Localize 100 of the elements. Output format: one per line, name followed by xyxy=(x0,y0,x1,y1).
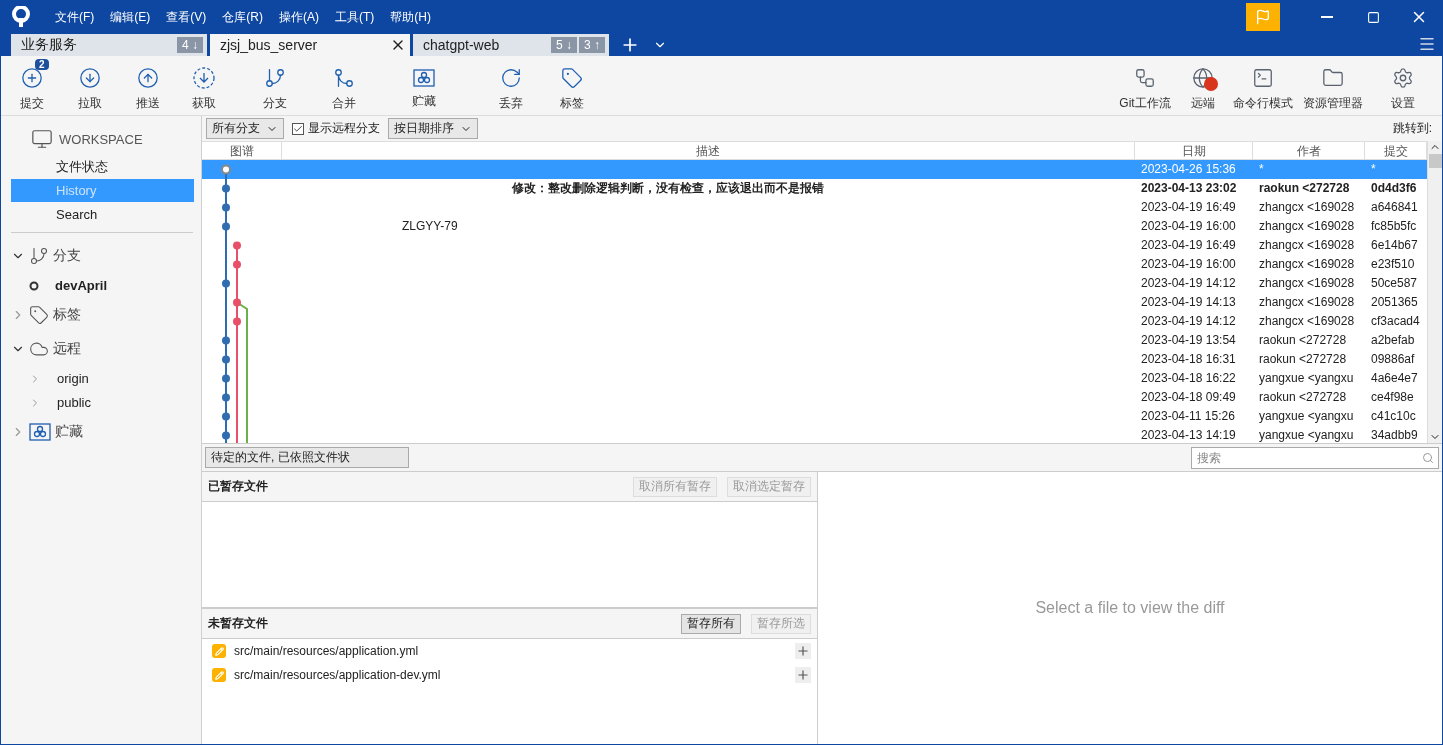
toolbar-button[interactable]: 标签 xyxy=(545,59,599,112)
sidebar-item[interactable]: origin xyxy=(29,367,194,390)
search-field[interactable]: 搜索 xyxy=(1191,446,1439,469)
stash-icon xyxy=(413,69,435,87)
hash-cell-text: c41c10c xyxy=(1371,408,1416,425)
toolbar-label: 推送 xyxy=(136,95,160,112)
column-header[interactable]: 日期 xyxy=(1135,142,1253,159)
toolbar-button[interactable]: 资源管理器 xyxy=(1298,59,1368,112)
globe-icon xyxy=(1192,67,1214,89)
branch-icon xyxy=(264,67,286,89)
file-path[interactable]: src/main/resources/application-dev.yml xyxy=(234,668,787,682)
count-badge: 3 ↑ xyxy=(579,37,605,53)
toolbar-label: 远端 xyxy=(1191,95,1215,112)
commit-graph-drawing xyxy=(221,331,250,350)
toolbar-label: 贮藏 xyxy=(412,93,436,110)
section-title[interactable]: 远程 xyxy=(53,340,81,358)
menu-item[interactable]: 操作(A) xyxy=(271,8,327,26)
toolbar-button[interactable]: 分支 xyxy=(233,59,317,112)
menu-item[interactable]: 帮助(H) xyxy=(382,8,439,26)
file-sort-dropdown[interactable]: 待定的文件, 已依照文件状 xyxy=(205,447,409,468)
menu-item[interactable]: 文件(F) xyxy=(47,8,103,26)
section-title[interactable]: 标签 xyxy=(53,306,81,324)
modified-file-icon xyxy=(212,668,226,682)
check-icon xyxy=(293,123,303,134)
toolbar-label: 设置 xyxy=(1391,95,1415,112)
sidebar-item[interactable]: Search xyxy=(11,203,194,226)
tab-label: 业务服务 xyxy=(21,36,78,54)
toolbar-button[interactable]: 拉取 xyxy=(59,59,121,112)
author-cell-text: raokun <272728 xyxy=(1259,351,1347,368)
toolbar-button[interactable]: 命令行模式 xyxy=(1228,59,1298,112)
commit-graph-drawing xyxy=(221,350,250,369)
author-cell-text: zhangcx <169028 xyxy=(1259,218,1355,235)
hash-cell-text: e23f510 xyxy=(1371,256,1415,273)
alert-icon xyxy=(1204,77,1218,91)
menu-icon[interactable] xyxy=(1418,35,1436,53)
toolbar-button[interactable]: 设置 xyxy=(1368,59,1438,112)
date-cell-text: 2023-04-19 14:12 xyxy=(1141,275,1236,292)
menu-item[interactable]: 工具(T) xyxy=(327,8,383,26)
section-title[interactable]: 贮藏 xyxy=(55,423,83,441)
branch-dropdown[interactable]: 所有分支 xyxy=(206,118,284,139)
count-badge: 4 ↓ xyxy=(177,37,203,53)
toolbar-button[interactable]: 合并 xyxy=(317,59,371,112)
jump-label: 跳转到: xyxy=(1392,120,1433,137)
repo-tab[interactable]: chatgpt-web 5 ↓ 3 ↑ xyxy=(413,34,609,56)
date-cell-text: 2023-04-26 15:36 xyxy=(1141,161,1236,178)
column-header[interactable]: 作者 xyxy=(1253,142,1365,159)
scrollbar-thumb[interactable] xyxy=(1428,154,1442,168)
menu-item[interactable]: 编辑(E) xyxy=(102,8,159,26)
upload-icon xyxy=(137,67,159,89)
hash-cell-text: 34adbb9 xyxy=(1371,427,1418,443)
sort-dropdown[interactable]: 按日期排序 xyxy=(388,118,478,139)
sidebar-item[interactable]: 文件状态 xyxy=(11,155,194,178)
toolbar-label: 命令行模式 xyxy=(1233,95,1293,112)
remote-branches-checkbox[interactable]: 显示远程分支 xyxy=(292,120,380,137)
file-path[interactable]: src/main/resources/application.yml xyxy=(234,644,787,658)
toolbar-button[interactable]: 获取 xyxy=(175,59,233,112)
tab-label: chatgpt-web xyxy=(423,37,501,53)
toolbar-button[interactable]: 远端 xyxy=(1178,59,1228,112)
commit-message: 修改：整改删除逻辑判断，没有检查，应该退出而不是报错 xyxy=(512,180,824,197)
stage-button[interactable]: 暂存所有 xyxy=(681,613,741,634)
author-cell-text: zhangcx <169028 xyxy=(1259,256,1355,273)
toolbar-button[interactable]: Git工作流 xyxy=(1112,59,1178,112)
date-cell-text: 2023-04-19 16:00 xyxy=(1141,256,1236,273)
date-cell-text: 2023-04-19 13:54 xyxy=(1141,332,1236,349)
menu-item[interactable]: 查看(V) xyxy=(158,8,215,26)
toolbar-button[interactable]: 贮藏 xyxy=(371,61,477,110)
section-title: WORKSPACE xyxy=(59,131,143,147)
terminal-icon xyxy=(1252,67,1274,89)
repo-tab[interactable]: zjsj_bus_server xyxy=(210,34,410,56)
toolbar-label: 资源管理器 xyxy=(1303,95,1363,112)
section-title[interactable]: 分支 xyxy=(53,247,81,265)
toolbar-button[interactable]: 推送 xyxy=(121,59,175,112)
minimize-icon xyxy=(1321,16,1333,18)
author-cell-text: zhangcx <169028 xyxy=(1259,313,1355,330)
pane-title: 已暂存文件 xyxy=(208,478,268,495)
date-cell-text: 2023-04-18 16:22 xyxy=(1141,370,1236,387)
hash-cell-text: a2befab xyxy=(1371,332,1415,349)
stage-file-button[interactable] xyxy=(795,643,811,659)
toolbar-label: 获取 xyxy=(192,95,216,112)
toolbar-label: Git工作流 xyxy=(1119,95,1171,112)
toolbar-button[interactable]: 2 提交 xyxy=(5,59,59,112)
menu-item[interactable]: 仓库(R) xyxy=(214,8,271,26)
repo-tab[interactable]: 业务服务 4 ↓ xyxy=(11,34,207,56)
stage-file-button[interactable] xyxy=(795,667,811,683)
hash-cell-text: fc85b5fc xyxy=(1371,218,1417,235)
tag-icon xyxy=(29,305,49,325)
hash-cell-text: a646841 xyxy=(1371,199,1418,216)
toolbar-button[interactable]: 丢弃 xyxy=(477,59,545,112)
date-cell-text: 2023-04-19 16:49 xyxy=(1141,199,1236,216)
column-header[interactable]: 描述 xyxy=(282,142,1135,159)
commit-message: ZLGYY-79 xyxy=(402,218,458,235)
maximize-icon xyxy=(1366,10,1380,24)
sidebar-item[interactable]: public xyxy=(29,391,194,414)
tree-label: public xyxy=(57,395,91,410)
sidebar-item[interactable]: devApril xyxy=(29,274,194,297)
author-cell-text: raokun <272728 xyxy=(1259,180,1350,197)
download-icon xyxy=(79,67,101,89)
hash-cell-text: * xyxy=(1371,161,1376,178)
flag-button[interactable] xyxy=(1246,3,1280,31)
column-header[interactable]: 图谱 xyxy=(202,142,282,159)
